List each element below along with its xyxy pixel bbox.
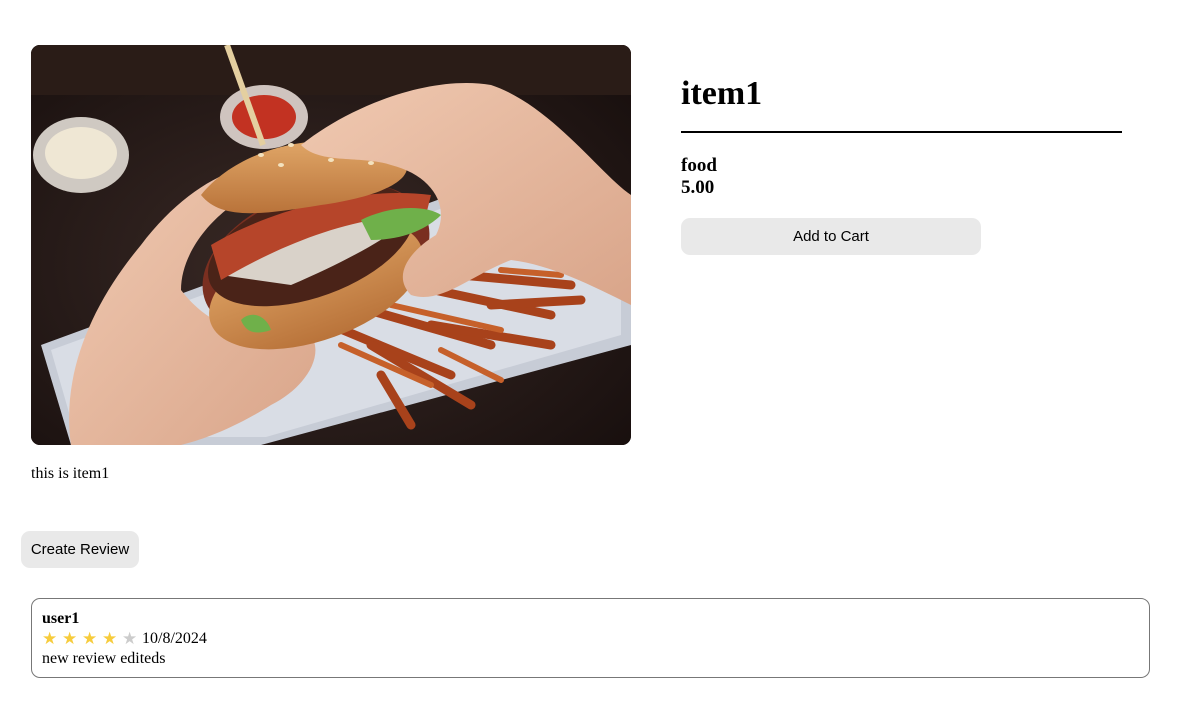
star-icon: ★ — [122, 629, 138, 649]
item-image — [31, 45, 631, 445]
item-description: this is item1 — [31, 465, 110, 482]
star-icon: ★ — [102, 629, 118, 649]
item-category: food — [681, 155, 717, 176]
add-to-cart-button[interactable]: Add to Cart — [681, 218, 981, 255]
review-card: user1 ★ ★ ★ ★ ★ 10/8/2024 new review edi… — [31, 598, 1150, 678]
review-rating: ★ ★ ★ ★ ★ — [42, 629, 142, 649]
star-icon: ★ — [42, 629, 58, 649]
review-username: user1 — [42, 610, 80, 627]
review-text: new review editeds — [42, 650, 166, 667]
burger-photo-icon — [31, 45, 631, 445]
review-date: 10/8/2024 — [142, 630, 207, 647]
create-review-button[interactable]: Create Review — [21, 531, 139, 568]
item-price: 5.00 — [681, 177, 715, 198]
title-divider — [681, 131, 1122, 133]
star-icon: ★ — [82, 629, 98, 649]
review-meta: ★ ★ ★ ★ ★ 10/8/2024 — [42, 629, 1139, 649]
item-title: item1 — [681, 75, 763, 112]
star-icon: ★ — [62, 629, 78, 649]
